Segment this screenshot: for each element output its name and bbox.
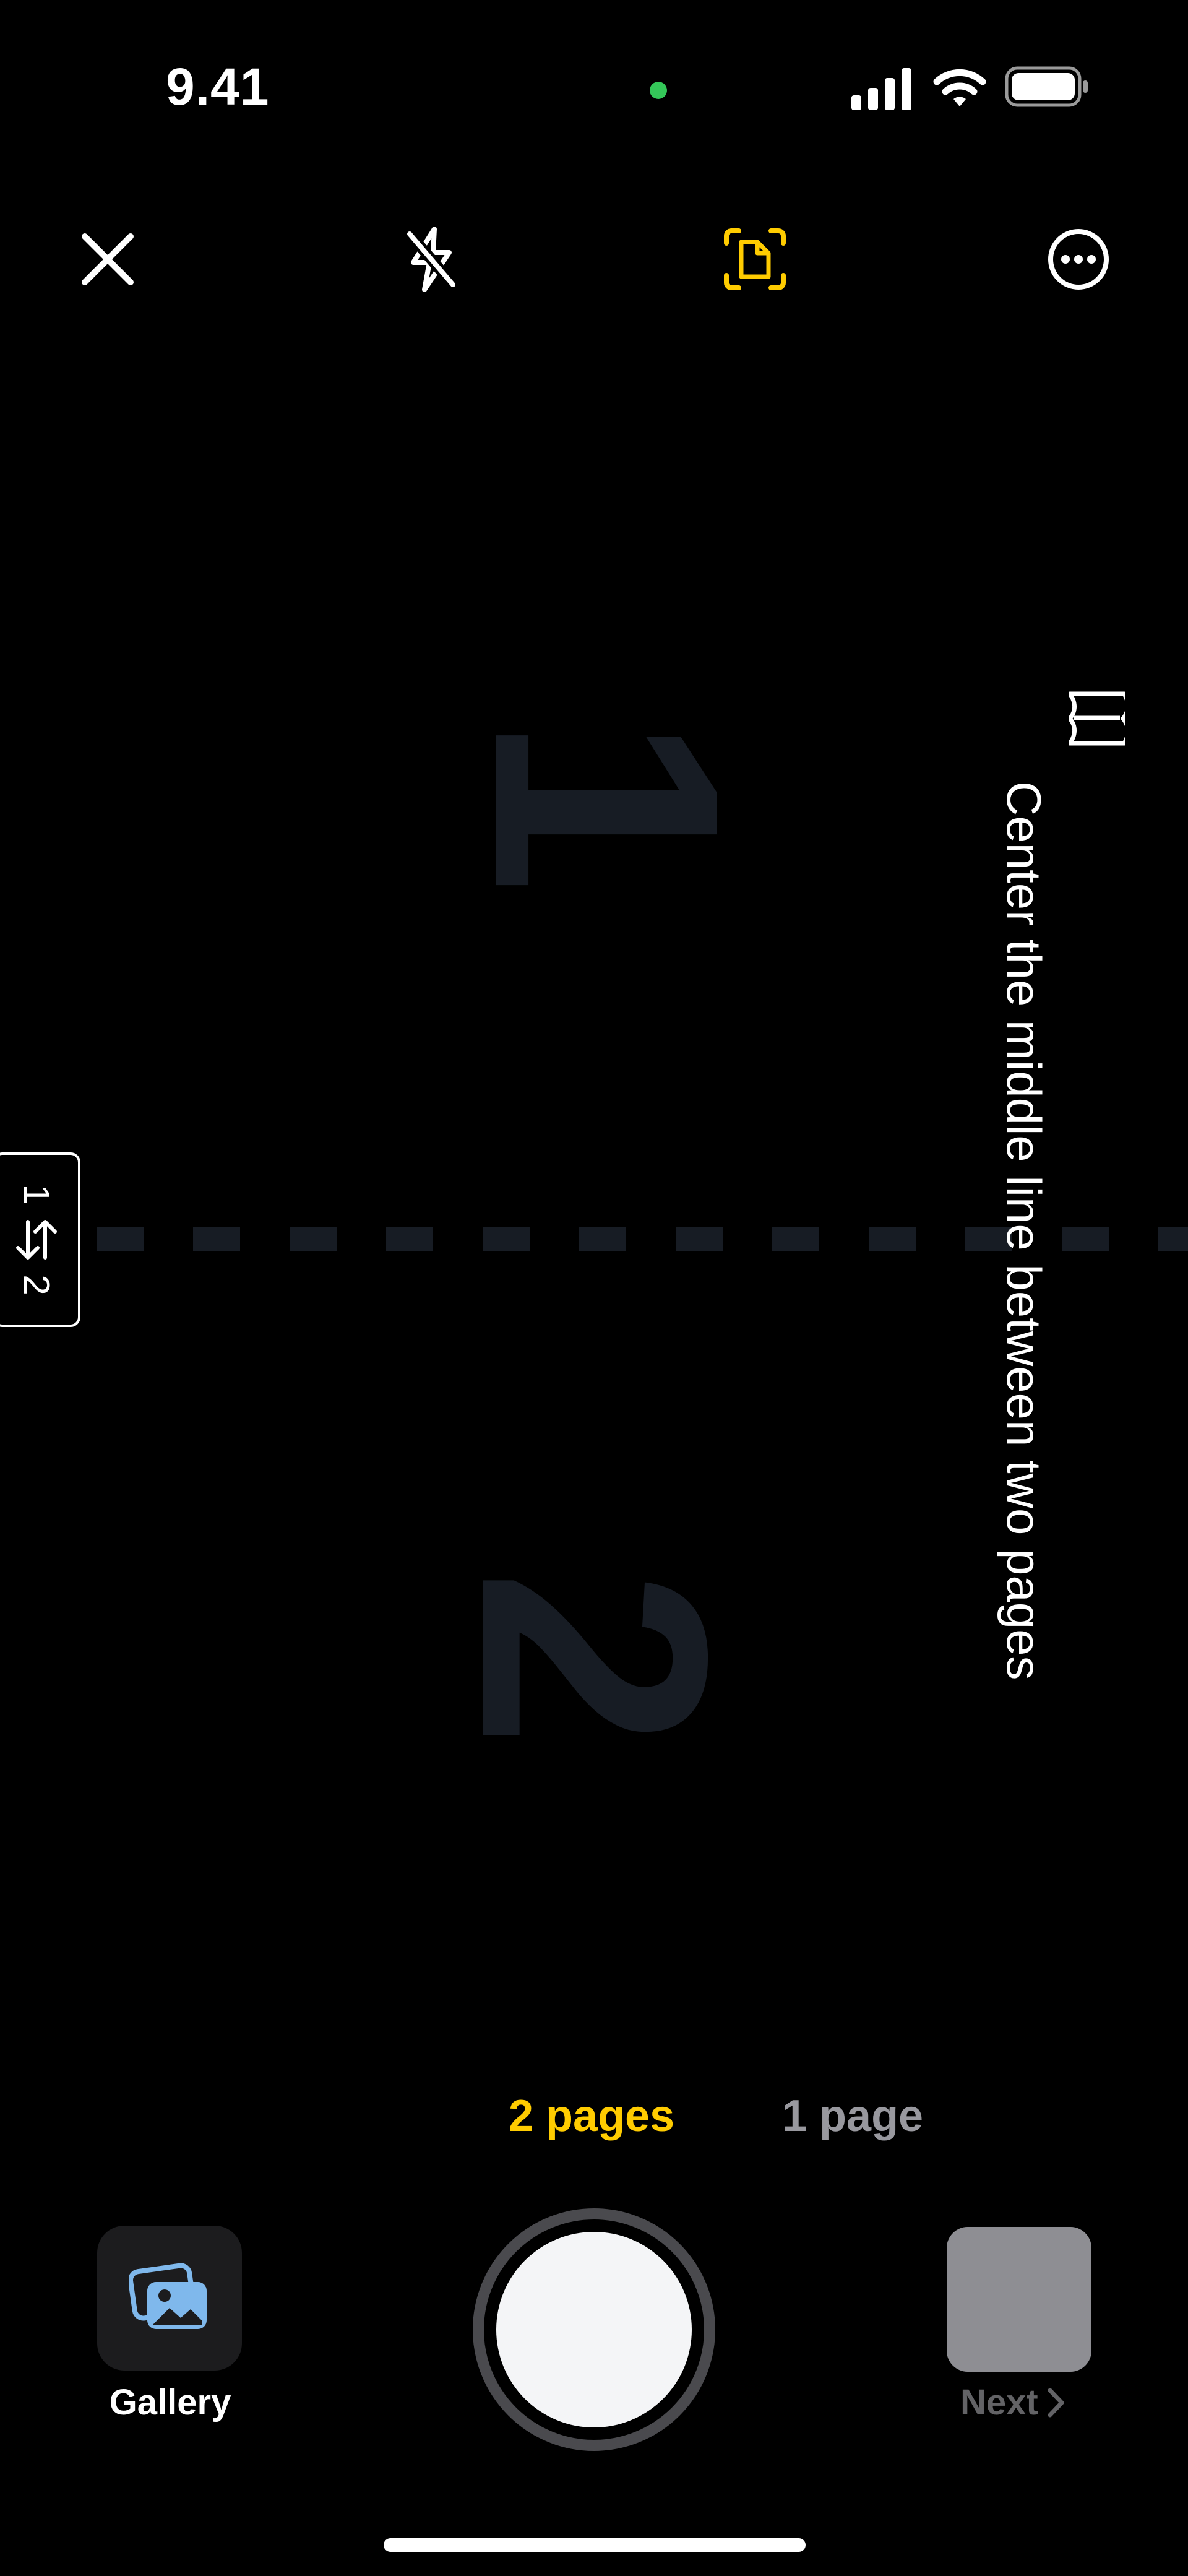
shutter-button[interactable] <box>473 2208 715 2451</box>
page-order-toggle[interactable]: 1 2 <box>0 1152 80 1327</box>
more-options-button[interactable] <box>1038 219 1119 300</box>
next-label: Next <box>960 2382 1038 2423</box>
guide-dash <box>97 1227 144 1251</box>
captured-thumbnail[interactable] <box>947 2227 1091 2372</box>
guide-dash <box>483 1227 530 1251</box>
guide-dash <box>1158 1227 1188 1251</box>
guide-dash <box>1062 1227 1109 1251</box>
close-icon <box>82 233 134 285</box>
guide-dash <box>290 1227 337 1251</box>
page-number-one: 1 <box>427 644 786 953</box>
mode-option-two-pages[interactable]: 2 pages <box>509 2091 674 2142</box>
status-time: 9.41 <box>166 58 270 116</box>
home-indicator <box>384 2538 806 2552</box>
shutter-inner <box>496 2232 692 2427</box>
swap-arrows-icon <box>16 1220 57 1260</box>
gallery-button[interactable] <box>97 2226 242 2371</box>
wifi-icon <box>933 69 986 106</box>
page-number-label: 1 <box>427 715 786 894</box>
cellular-signal-icon <box>851 68 911 110</box>
flash-toggle-button[interactable] <box>391 219 471 300</box>
more-icon <box>1048 229 1109 290</box>
battery-icon <box>1005 66 1088 107</box>
page-number-label: 2 <box>415 1569 774 1748</box>
mode-option-one-page[interactable]: 1 page <box>782 2091 923 2142</box>
document-scan-icon <box>724 228 786 290</box>
open-book-icon <box>1069 691 1125 746</box>
gallery-icon <box>129 2263 207 2329</box>
gallery-label: Gallery <box>109 2382 231 2423</box>
flash-off-icon <box>405 227 457 292</box>
order-bottom-number: 2 <box>16 1274 58 1295</box>
mic-active-indicator <box>650 82 667 99</box>
next-button[interactable]: Next <box>960 2382 1065 2423</box>
guide-dash <box>869 1227 916 1251</box>
guide-dash <box>386 1227 433 1251</box>
page-number-two: 2 <box>415 1498 774 1820</box>
guide-dash <box>193 1227 240 1251</box>
document-mode-button[interactable] <box>715 219 795 300</box>
guidance-hint: Center the middle line between two pages <box>997 781 1051 1680</box>
guide-dash <box>579 1227 626 1251</box>
guide-dash <box>676 1227 723 1251</box>
close-button[interactable] <box>67 219 148 300</box>
chevron-right-icon <box>1048 2388 1064 2417</box>
order-top-number: 1 <box>16 1184 58 1205</box>
guide-dash <box>772 1227 819 1251</box>
